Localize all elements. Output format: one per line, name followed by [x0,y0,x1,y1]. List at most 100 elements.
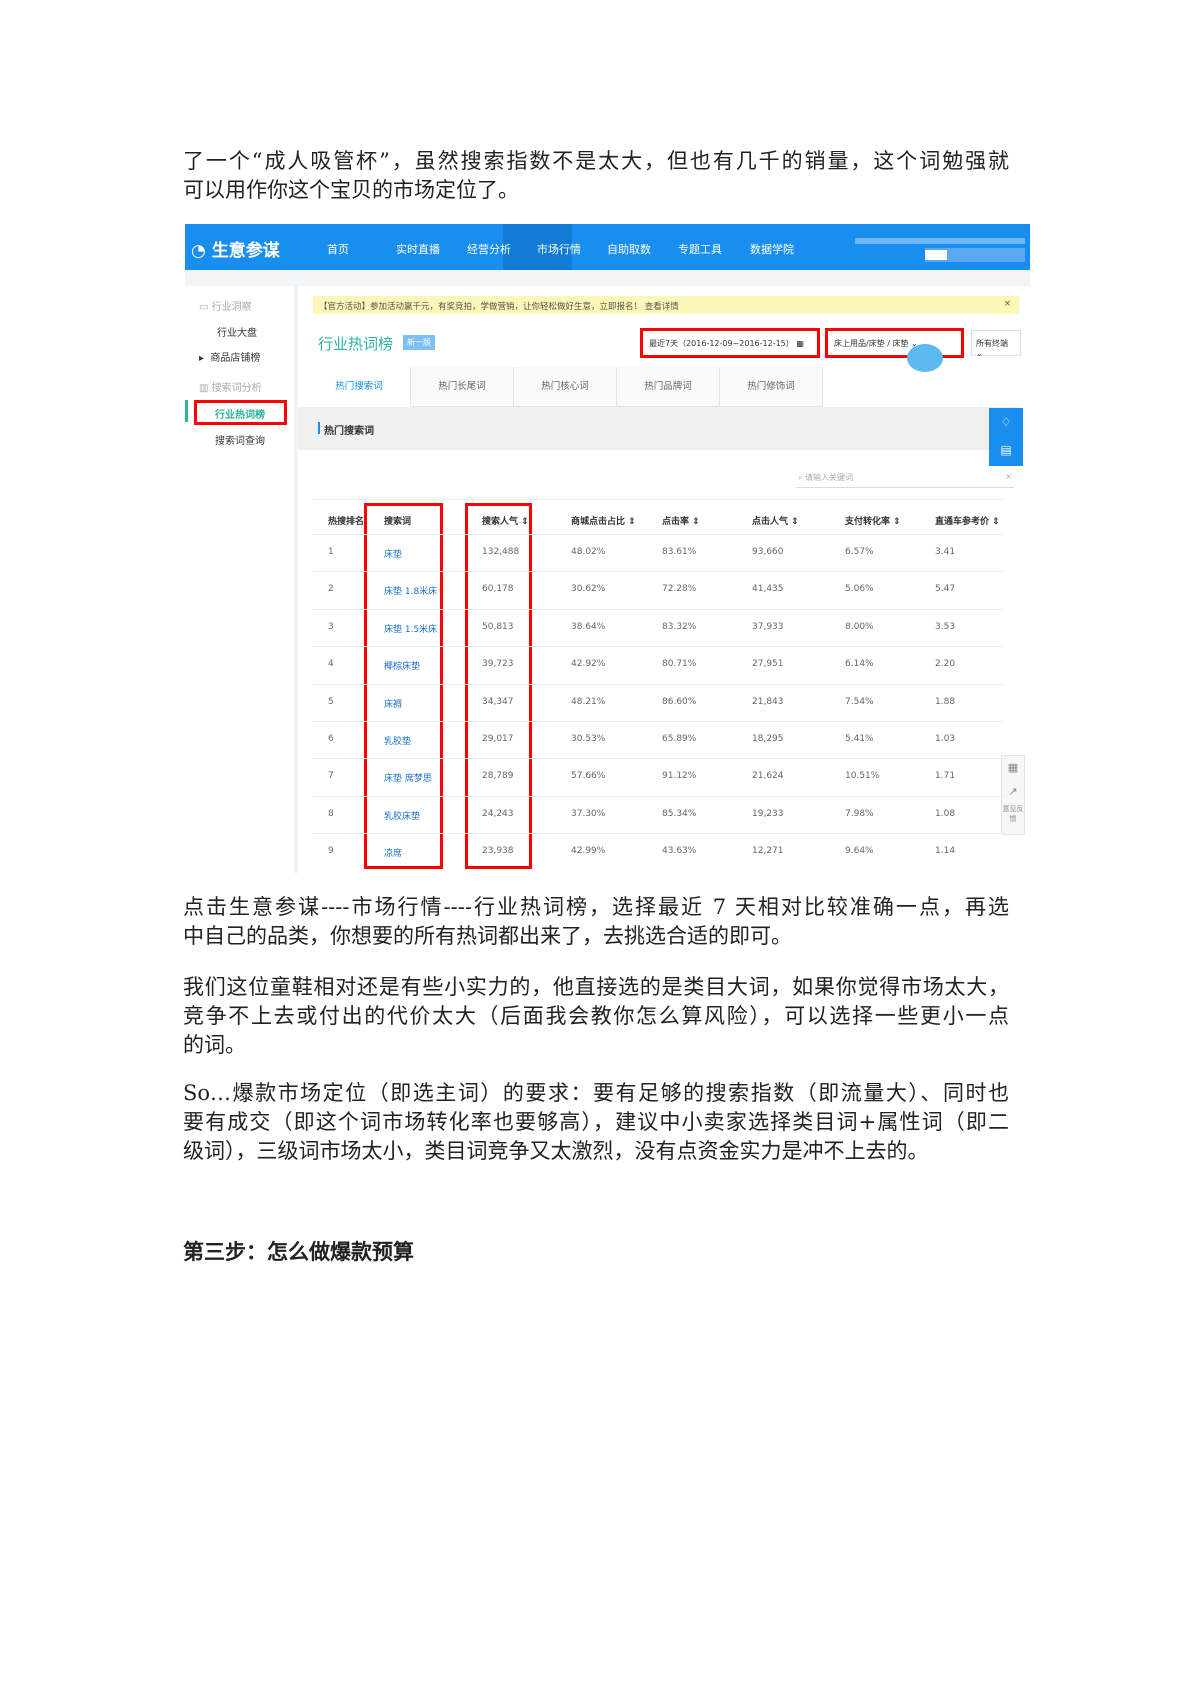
user-account[interactable] [925,248,1025,262]
table-cell: 6.57% [845,547,874,557]
notice-bar: 【官方活动】参加活动赢千元，有奖竞拍，学做营销，让你轻松做好生意，立即报名！ 查… [313,296,1019,314]
nav-item[interactable]: 数据学院 [750,241,794,257]
nav-item[interactable]: 专题工具 [678,241,722,257]
tab-item[interactable]: 热门搜索词 [308,367,411,407]
table-cell: 1.08 [935,808,956,819]
share-icon[interactable]: ↗ [1002,780,1024,804]
search-input[interactable]: ⌕ 请输入关键词 × [796,470,1014,488]
table-cell: 6 [328,734,334,744]
keyword-link[interactable]: 凉席 [384,846,402,859]
section-title: 热门搜索词 [324,426,374,437]
clear-icon: × [1005,472,1012,481]
keyword-link[interactable]: 床垫 1.8米床 [384,584,437,597]
table-cell: 1.71 [935,771,956,782]
tab-item[interactable]: 热门长尾词 [411,367,514,407]
table-cell: 91.12% [662,771,697,782]
close-icon[interactable]: × [1004,299,1011,309]
text-line: 中自己的品类，你想要的所有热词都出来了，去挑选合适的即可。 [183,924,792,948]
keyword-link[interactable]: 乳胶垫 [384,734,411,747]
tab-item[interactable]: 热门品牌词 [617,367,720,407]
keyword-link[interactable]: 乳胶床垫 [384,809,420,822]
message-icon[interactable]: ▤ [989,436,1023,464]
column-header: 搜索词 [384,517,412,527]
sidebar [185,286,294,873]
sidebar-item-search-query[interactable]: 搜索词查询 [215,432,265,447]
avatar [925,250,947,260]
column-header[interactable]: 直通车参考价 ⇕ [935,514,1000,527]
column-header[interactable]: 点击率 ⇕ [662,514,700,527]
row-divider [313,683,1006,685]
table-cell: 43.63% [662,846,697,857]
divider [313,499,1006,500]
table-cell: 93,660 [752,547,784,557]
text-line: 了一个“成人吸管杯”，虽然搜索指数不是太大，但也有几千的销量，这个词勉强就 [183,149,1009,173]
table-cell: 85.34% [662,808,697,819]
tab-item[interactable]: 热门核心词 [514,367,617,407]
text-line: 点击生意参谋----市场行情----行业热词榜，选择最近 7 天相对比较准确一点… [183,895,1009,919]
table-cell: 83.32% [662,621,697,632]
keyword-link[interactable]: 床垫 1.5米床 [384,622,437,635]
active-indicator [185,400,188,422]
calendar-icon: ▦ [796,339,804,348]
keyword-link[interactable]: 床垫 [384,547,402,560]
category-select[interactable]: 床上用品/床垫 / 床垫 ⌄ [825,328,964,358]
keyword-link[interactable]: 床褥 [384,697,402,710]
page-title: 行业热词榜 [318,335,394,353]
nav-item[interactable]: 市场行情 [537,241,581,257]
feedback-link[interactable]: 意见反馈 [1002,804,1024,824]
table-cell: 72.28% [662,584,697,595]
mascot-icon[interactable] [907,344,943,372]
row-divider [313,758,1006,760]
tab-item[interactable]: 热门修饰词 [720,367,823,407]
table-cell: 1.14 [935,846,956,857]
table-cell: 4 [328,659,334,670]
table-cell: 39,723 [482,659,514,670]
table-cell: 5.41% [845,734,874,744]
column-header[interactable]: 商城点击占比 ⇕ [571,514,636,527]
table-cell: 57.66% [571,771,606,782]
table-cell: 2 [328,584,334,595]
section-heading: 第三步：怎么做爆款预算 [183,1239,414,1264]
column-header[interactable]: 支付转化率 ⇕ [845,514,901,527]
nav-item[interactable]: 自助取数 [607,241,651,257]
sidebar-item-industry-overview[interactable]: 行业大盘 [217,324,257,339]
text-line: 级词），三级词市场太小，类目词竞争又太激烈，没有点资金实力是冲不上去的。 [183,1139,929,1163]
table-cell: 7 [328,771,334,782]
table-cell: 37,933 [752,621,784,632]
sidebar-item-hot-words[interactable]: 行业热词榜 [215,406,265,421]
text-line: So…爆款市场定位（即选主词）的要求：要有足够的搜索指数（即流量大）、同时也 [183,1081,1009,1105]
table-cell: 9.64% [845,846,874,857]
nav-item[interactable]: 实时直播 [396,241,440,257]
nav-item[interactable]: 经营分析 [467,241,511,257]
keyword-link[interactable]: 床垫 席梦思 [384,771,432,784]
bell-icon[interactable]: ♢ [989,408,1023,436]
column-header[interactable]: 点击人气 ⇕ [752,514,799,527]
date-range-picker[interactable]: 最近7天（2016-12-09~2016-12-15） ▦ [640,328,820,358]
section-marker [318,422,320,434]
table-cell: 7.98% [845,808,874,819]
table-cell: 1.03 [935,734,956,744]
table-cell: 80.71% [662,659,697,670]
section-header [298,407,1018,450]
sidebar-group-industry: ▭ 行业洞察 [199,302,252,313]
row-divider [313,534,1006,535]
table-cell: 23,938 [482,846,514,857]
table-cell: 9 [328,846,334,857]
qrcode-icon[interactable]: ▦ [1002,756,1024,780]
row-divider [313,571,1006,573]
table-cell: 50,813 [482,621,514,632]
text-line: 可以用作你这个宝贝的市场定位了。 [183,178,519,202]
table-cell: 21,624 [752,771,784,782]
nav-item[interactable]: 首页 [327,241,349,257]
text-line: 我们这位童鞋相对还是有些小实力的，他直接选的是类目大词，如果你觉得市场太大， [183,975,1009,999]
table-cell: 30.53% [571,734,606,744]
version-badge: 新一版 [403,335,435,350]
column-header[interactable]: 搜索人气 ⇕ [482,514,529,527]
sidebar-item-shop-rank[interactable]: ▸ 商品店铺榜 [199,349,260,364]
text-line: 的词。 [183,1033,246,1057]
keyword-link[interactable]: 椰棕床垫 [384,659,420,672]
table-cell: 5 [328,696,334,707]
terminal-select[interactable]: 所有终端 ⌄ [971,330,1021,358]
text-line: 要有成交（即这个词市场转化率也要够高），建议中小卖家选择类目词+属性词（即二 [183,1110,1009,1134]
table-cell: 3 [328,621,334,632]
